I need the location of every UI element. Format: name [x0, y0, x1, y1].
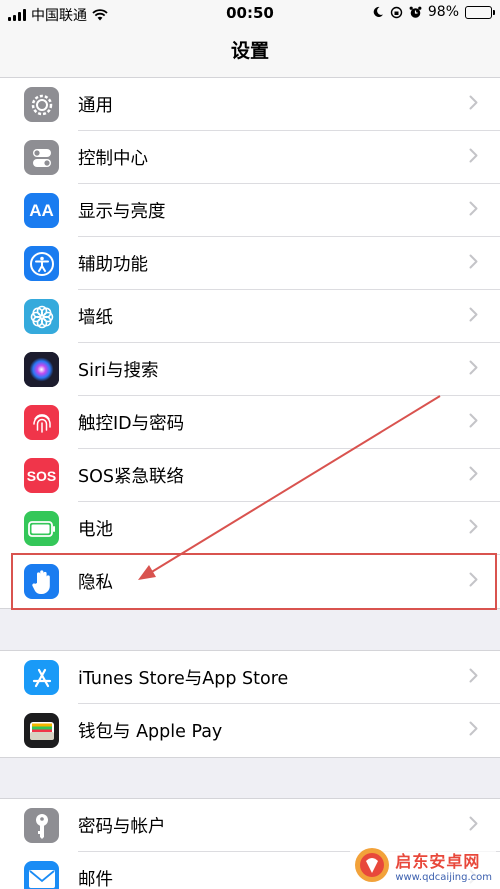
chevron-right-icon [469, 721, 478, 740]
moon-icon [373, 6, 383, 17]
settings-row-gear[interactable]: 通用 [0, 78, 500, 131]
settings-row-label: 通用 [78, 96, 113, 116]
watermark-url: www.qdcaijing.com [395, 871, 492, 883]
settings-row-wallet[interactable]: 钱包与 Apple Pay [0, 704, 500, 757]
chevron-right-icon [469, 95, 478, 114]
toggles-icon [24, 140, 59, 175]
watermark-title: 启东安卓网 [395, 851, 481, 871]
text-size-icon: AA [24, 193, 59, 228]
sos-icon: SOS [24, 458, 59, 493]
chevron-right-icon [469, 201, 478, 220]
chevron-right-icon [469, 307, 478, 326]
wallet-icon [24, 713, 59, 748]
flower-icon [24, 299, 59, 334]
settings-row-label: 显示与亮度 [78, 202, 166, 222]
settings-row-siri[interactable]: Siri与搜索 [0, 343, 500, 396]
gear-icon [24, 87, 59, 122]
settings-row-label: 邮件 [78, 870, 113, 889]
battery-percentage: 98% [427, 4, 459, 20]
site-watermark: 启东安卓网 www.qdcaijing.com [350, 845, 496, 885]
settings-row-label: 辅助功能 [78, 255, 148, 275]
page-title: 设置 [230, 40, 269, 62]
settings-row-label: Siri与搜索 [78, 361, 159, 381]
orientation-lock-icon [390, 6, 403, 18]
settings-row-label: iTunes Store与App Store [78, 669, 289, 689]
battery-icon [24, 511, 59, 546]
fingerprint-icon [24, 405, 59, 440]
settings-row-label: 钱包与 Apple Pay [78, 722, 223, 742]
chevron-right-icon [469, 466, 478, 485]
siri-icon [24, 352, 59, 387]
text-size-glyph: AA [29, 200, 54, 220]
settings-group-store: iTunes Store与App Store 钱包与 Apple Pay [0, 650, 500, 758]
watermark-logo-icon [355, 848, 390, 882]
sos-glyph: SOS [26, 467, 57, 484]
settings-row-label: 电池 [78, 520, 113, 540]
settings-row-flower[interactable]: 墙纸 [0, 290, 500, 343]
chevron-right-icon [469, 413, 478, 432]
navigation-bar: 设置 [0, 26, 500, 78]
battery-status-icon [465, 5, 495, 19]
settings-row-sos[interactable]: SOS SOS紧急联络 [0, 449, 500, 502]
settings-row-accessibility[interactable]: 辅助功能 [0, 237, 500, 290]
accessibility-icon [24, 246, 59, 281]
alarm-icon [409, 6, 422, 18]
app-store-icon [24, 660, 59, 695]
settings-row-app-store[interactable]: iTunes Store与App Store [0, 651, 500, 704]
settings-row-text-size[interactable]: AA 显示与亮度 [0, 184, 500, 237]
settings-row-label: 墙纸 [78, 308, 113, 328]
chevron-right-icon [469, 816, 478, 835]
settings-row-battery[interactable]: 电池 [0, 502, 500, 555]
chevron-right-icon [469, 148, 478, 167]
chevron-right-icon [469, 360, 478, 379]
chevron-right-icon [469, 519, 478, 538]
status-bar: 中国联通 00:50 98% [0, 0, 500, 26]
settings-row-fingerprint[interactable]: 触控ID与密码 [0, 396, 500, 449]
settings-row-toggles[interactable]: 控制中心 [0, 131, 500, 184]
chevron-right-icon [469, 668, 478, 687]
settings-row-label: SOS紧急联络 [78, 467, 184, 487]
key-icon [24, 808, 59, 843]
settings-row-label: 触控ID与密码 [78, 414, 185, 434]
settings-group-general: 通用控制中心 AA 显示与亮度辅助功能墙纸 Siri与搜索触控ID与密码 SOS SOS紧… [0, 77, 500, 609]
mail-icon [24, 861, 59, 889]
chevron-right-icon [469, 254, 478, 273]
privacy-highlight-box [11, 553, 497, 610]
settings-row-label: 控制中心 [78, 149, 148, 169]
settings-row-label: 密码与帐户 [78, 817, 166, 837]
